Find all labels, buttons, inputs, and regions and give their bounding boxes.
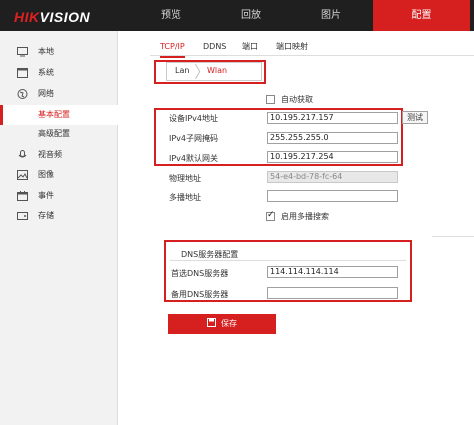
save-icon [207, 318, 216, 327]
alternate-dns-label: 备用DNS服务器 [171, 290, 229, 299]
save-button[interactable]: 保存 [168, 314, 276, 334]
multicast-search-label: 启用多播搜索 [281, 212, 329, 221]
sidebar-item-label: 图像 [38, 170, 54, 179]
sidebar-item-advanced-config[interactable]: 高级配置 [0, 124, 118, 144]
mac-address-field: 54-e4-bd-78-fc-64 [267, 171, 398, 183]
gateway-label: IPv4默认网关 [169, 154, 219, 163]
sidebar-item-label: 存储 [38, 211, 54, 220]
sidebar-item-system[interactable]: 系统 [0, 63, 118, 83]
window-icon [17, 68, 28, 78]
sidebar-item-label: 基本配置 [38, 110, 70, 119]
image-icon [17, 170, 28, 180]
gateway-field[interactable]: 10.195.217.254 [267, 151, 398, 163]
disk-icon [17, 212, 28, 220]
brand-logo: HIKVISION [14, 9, 91, 25]
multicast-search-checkbox[interactable] [266, 210, 275, 221]
sidebar-item-local[interactable]: 本地 [0, 42, 118, 62]
subnet-mask-field[interactable]: 255.255.255.0 [267, 132, 398, 144]
breadcrumb: Lan Wlan [166, 62, 262, 81]
nav-configuration[interactable]: 配置 [373, 0, 470, 31]
multicast-address-label: 多播地址 [169, 193, 201, 202]
mac-address-label: 物理地址 [169, 174, 201, 183]
breadcrumb-lan[interactable]: Lan [175, 66, 189, 75]
auto-obtain-label: 自动获取 [281, 95, 313, 104]
sidebar-item-video-audio[interactable]: 视音频 [0, 145, 118, 165]
top-bar: HIKVISION 预览 回放 图片 配置 [0, 0, 474, 31]
test-button[interactable]: 测试 [402, 111, 428, 124]
monitor-icon [17, 47, 28, 57]
sidebar-item-network[interactable]: 网络 [0, 84, 118, 104]
microphone-icon [18, 150, 27, 158]
sidebar-item-label: 视音频 [38, 150, 62, 159]
subnet-mask-label: IPv4子网掩码 [169, 134, 219, 143]
ipv4-address-field[interactable]: 10.195.217.157 [267, 112, 398, 124]
sidebar-item-label: 事件 [38, 191, 54, 200]
multicast-address-field[interactable] [267, 190, 398, 202]
alternate-dns-field[interactable] [267, 287, 398, 299]
preferred-dns-field[interactable]: 114.114.114.114 [267, 266, 398, 278]
dns-title-divider [170, 260, 406, 261]
nav-picture[interactable]: 图片 [291, 0, 371, 31]
sidebar-item-event[interactable]: 事件 [0, 186, 118, 206]
globe-icon [17, 89, 28, 99]
ipv4-address-label: 设备IPv4地址 [169, 114, 219, 123]
sidebar: 本地 系统 网络 基本配置 高级配置 视音频 图像 事件 存储 [0, 31, 118, 425]
sidebar-item-label: 网络 [38, 89, 54, 98]
tab-divider [150, 55, 474, 56]
nav-preview[interactable]: 预览 [131, 0, 211, 31]
dns-section-title: DNS服务器配置 [181, 250, 239, 259]
breadcrumb-wlan[interactable]: Wlan [207, 66, 227, 75]
save-label: 保存 [221, 319, 237, 328]
preferred-dns-label: 首选DNS服务器 [171, 269, 229, 278]
auto-obtain-checkbox[interactable] [266, 95, 275, 104]
nav-playback[interactable]: 回放 [211, 0, 291, 31]
sidebar-item-label: 高级配置 [38, 129, 70, 138]
sidebar-item-storage[interactable]: 存储 [0, 206, 118, 226]
chevron-right-icon [195, 64, 201, 79]
sidebar-item-basic-config[interactable]: 基本配置 [0, 105, 118, 125]
calendar-icon [17, 191, 28, 201]
section-divider [432, 236, 474, 237]
sidebar-item-label: 本地 [38, 47, 54, 56]
sidebar-item-label: 系统 [38, 68, 54, 77]
sidebar-item-image[interactable]: 图像 [0, 165, 118, 185]
